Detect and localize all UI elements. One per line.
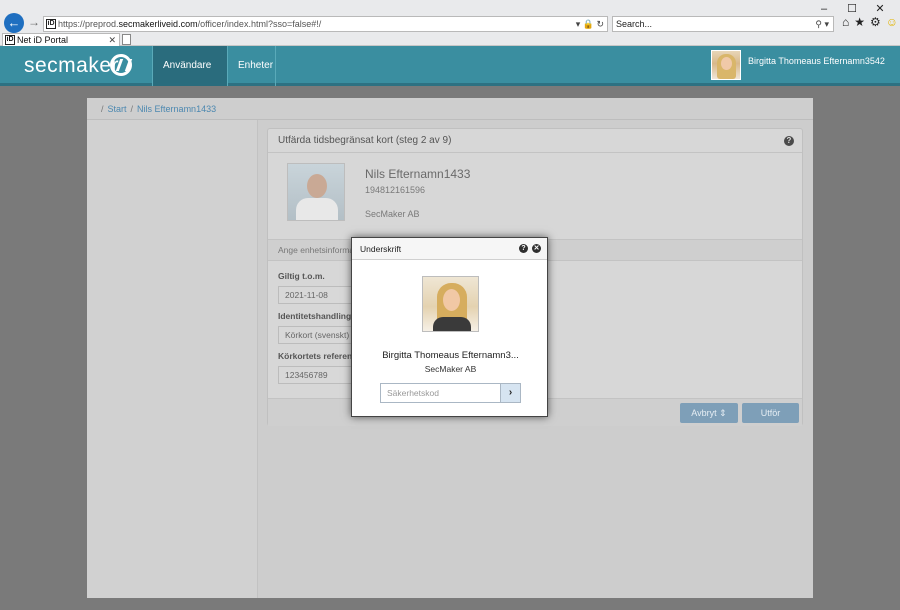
cancel-button[interactable]: Avbryt ⇕	[680, 403, 738, 423]
breadcrumb-start[interactable]: Start	[108, 104, 127, 114]
cancel-button-label: Avbryt	[691, 408, 717, 418]
reference-number-input[interactable]: 123456789	[278, 366, 358, 384]
id-document-select[interactable]: Körkort (svenskt)	[278, 326, 358, 344]
search-icon[interactable]: ⚲ ▾	[815, 17, 829, 31]
browser-chrome: – ☐ ✕ ← → iD https://preprod.secmakerliv…	[0, 0, 900, 46]
minimize-icon[interactable]: –	[810, 2, 838, 16]
address-bar[interactable]: iD https://preprod.secmakerliveid.com/of…	[43, 16, 608, 32]
secmaker-logo[interactable]: secmaker	[24, 54, 119, 78]
new-tab-button[interactable]	[122, 34, 131, 45]
tab-favicon-icon: iD	[5, 35, 15, 45]
secmaker-logo-icon	[110, 54, 132, 76]
submit-button[interactable]: Utför	[742, 403, 799, 423]
tab-title: Net iD Portal	[17, 35, 69, 45]
app-header: secmaker Användare1 Enheter Birgitta Tho…	[0, 46, 900, 111]
modal-title: Underskrift	[360, 244, 402, 254]
valid-until-input[interactable]: 2021-11-08	[278, 286, 358, 304]
forward-arrow-icon[interactable]: →	[28, 15, 40, 29]
favorites-star-icon[interactable]: ★	[854, 15, 865, 29]
modal-help-icon[interactable]: ?	[519, 244, 528, 253]
panel-title: Utfärda tidsbegränsat kort (steg 2 av 9)…	[268, 129, 802, 153]
user-avatar[interactable]	[711, 50, 741, 80]
valid-until-label: Giltig t.o.m.	[278, 271, 325, 281]
back-arrow-icon[interactable]: ←	[4, 13, 24, 33]
signer-photo	[422, 276, 479, 332]
url-prefix: https://preprod.	[58, 19, 119, 29]
signature-modal: Underskrift ? ✕ Birgitta Thomeaus Eftern…	[351, 237, 548, 417]
close-window-icon[interactable]: ✕	[866, 2, 894, 16]
person-photo	[287, 163, 345, 221]
browser-toolbar: ⌂ ★ ⚙ ☺	[842, 15, 898, 29]
feedback-smiley-icon[interactable]: ☺	[886, 15, 898, 29]
panel-title-text: Utfärda tidsbegränsat kort (steg 2 av 9)	[278, 135, 452, 146]
home-icon[interactable]: ⌂	[842, 15, 849, 29]
settings-gear-icon[interactable]: ⚙	[870, 15, 881, 29]
person-id: 194812161596	[365, 185, 426, 195]
person-name: Nils Efternamn1433	[365, 167, 471, 181]
maximize-icon[interactable]: ☐	[838, 2, 866, 16]
modal-close-icon[interactable]: ✕	[532, 244, 541, 253]
user-name[interactable]: Birgitta Thomeaus Efternamn3542	[748, 56, 885, 66]
url-path: /officer/index.html?sso=false#!/	[197, 19, 322, 29]
signer-org: SecMaker AB	[424, 364, 477, 374]
browser-tab[interactable]: iD Net iD Portal ✕	[2, 33, 120, 46]
chevron-right-icon[interactable]: ›	[500, 383, 521, 403]
address-bar-icons[interactable]: ▾ 🔒 ↻	[576, 17, 604, 31]
breadcrumb: / Start / Nils Efternamn1433	[87, 98, 813, 120]
nav-users[interactable]: Användare1	[152, 46, 228, 111]
help-icon[interactable]: ?	[784, 136, 794, 146]
breadcrumb-current[interactable]: Nils Efternamn1433	[137, 104, 216, 114]
id-document-label: Identitetshandling	[278, 311, 352, 321]
cancel-dropdown-icon: ⇕	[719, 408, 727, 418]
url-host: secmakerliveid.com	[118, 19, 198, 29]
browser-search-input[interactable]: Search... ⚲ ▾	[612, 16, 834, 32]
security-code-input[interactable]	[380, 383, 500, 403]
signer-name: Birgitta Thomeaus Efternamn3...	[382, 350, 519, 361]
modal-header: Underskrift ? ✕	[352, 238, 547, 260]
person-org: SecMaker AB	[365, 209, 420, 219]
tab-close-icon[interactable]: ✕	[108, 34, 116, 46]
left-sidebar	[87, 120, 258, 598]
browser-search-placeholder: Search...	[616, 19, 653, 29]
nav-devices[interactable]: Enheter	[228, 46, 276, 86]
window-controls: – ☐ ✕	[810, 2, 894, 16]
site-favicon-icon: iD	[46, 19, 56, 29]
nav-users-label: Användare	[163, 60, 212, 71]
